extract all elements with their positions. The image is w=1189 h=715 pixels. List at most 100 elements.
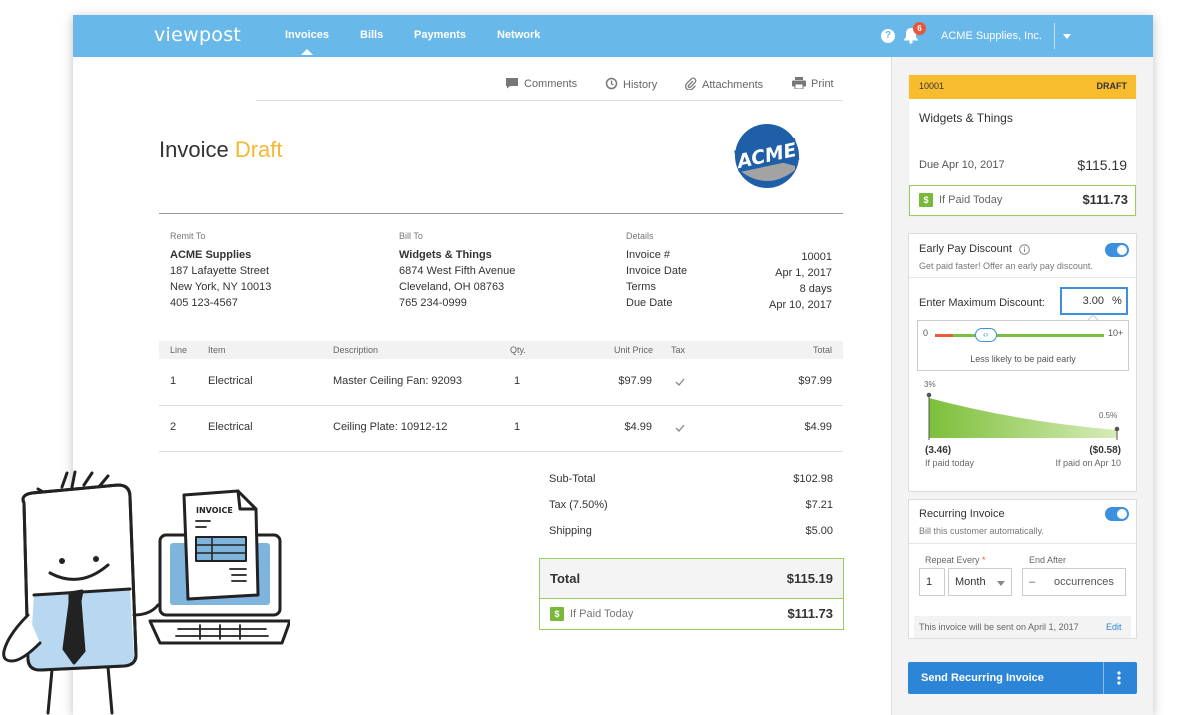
button-divider [1103, 662, 1104, 694]
end-after-placeholder: occurrences [1054, 576, 1114, 588]
row-line: 1 [170, 375, 177, 387]
history-button[interactable]: History [605, 77, 657, 91]
remit-name: ACME Supplies [170, 249, 252, 261]
viewpost-logo[interactable]: viewpost [154, 24, 241, 46]
company-name[interactable]: ACME Supplies, Inc. [941, 30, 1042, 42]
max-discount-value: 3.00 [1082, 295, 1104, 307]
mascot-left-eye [59, 558, 65, 564]
nav-payments[interactable]: Payments [414, 29, 466, 41]
send-recurring-invoice-button[interactable]: Send Recurring Invoice [908, 662, 1137, 694]
summary-due: Due Apr 10, 2017 [919, 159, 1005, 171]
detail-key-due-date: Due Date [626, 297, 673, 309]
chart-start-point [926, 392, 932, 398]
print-label: Print [811, 78, 834, 90]
print-button[interactable]: Print [792, 77, 834, 90]
divider [909, 543, 1136, 544]
end-after-label: End After [1029, 555, 1067, 565]
recurring-note: This invoice will be sent on April 1, 20… [919, 622, 1079, 632]
early-pay-toggle[interactable] [1105, 243, 1129, 257]
row-description: Ceiling Plate: 10912-12 [333, 421, 448, 433]
end-caption: If paid on Apr 10 [1055, 458, 1121, 468]
help-icon[interactable]: ? [881, 29, 895, 43]
paid-today-label: If Paid Today [570, 608, 634, 620]
discount-slider-box: 0 ‹› 10+ Less likely to be paid early [917, 320, 1129, 371]
row-description: Master Ceiling Fan: 92093 [333, 375, 463, 387]
row-item: Electrical [208, 375, 253, 387]
attachments-button[interactable]: Attachments [684, 77, 763, 91]
detail-key-invoice-number: Invoice # [626, 249, 671, 261]
recurring-toggle[interactable] [1105, 507, 1129, 521]
nav-network[interactable]: Network [497, 29, 540, 41]
nav-bills[interactable]: Bills [360, 29, 383, 41]
printer-icon [792, 77, 806, 90]
acme-logo: ACME [733, 124, 800, 188]
discount-curve-area [929, 398, 1117, 438]
invoice-summary-card[interactable]: 10001 DRAFT Widgets & Things Due Apr 10,… [908, 74, 1137, 217]
tax-value: $7.21 [805, 499, 833, 511]
invoice-paper-label: INVOICE [196, 506, 233, 515]
recurring-title: Recurring Invoice [919, 508, 1005, 520]
comments-label: Comments [524, 78, 578, 90]
repeat-unit-value: Month [955, 576, 986, 588]
col-tax: Tax [671, 345, 686, 355]
edit-link[interactable]: Edit [1106, 622, 1122, 632]
summary-status: DRAFT [1096, 81, 1128, 91]
max-discount-input[interactable]: 3.00 % [1060, 287, 1128, 315]
tax-label: Tax (7.50%) [549, 499, 608, 511]
nav-invoices[interactable]: Invoices [285, 29, 329, 55]
row-line: 2 [170, 421, 177, 433]
subtotal-label: Sub-Total [549, 473, 596, 485]
chevron-down-icon[interactable] [1063, 34, 1071, 39]
total-value: $115.19 [786, 571, 833, 586]
summary-paid-today-label: If Paid Today [939, 194, 1003, 206]
top-nav: viewpost Invoices Bills Payments Network… [73, 15, 1153, 57]
invoice-title: Invoice Draft [159, 137, 283, 163]
paperclip-icon [685, 77, 697, 91]
comments-button[interactable]: Comments [505, 77, 577, 90]
repeat-label-text: Repeat Every [925, 555, 980, 565]
repeat-unit-select[interactable]: Month [948, 568, 1012, 596]
info-icon[interactable] [1019, 244, 1030, 255]
mascot-right-eye [93, 556, 99, 562]
more-vertical-icon[interactable] [1117, 671, 1121, 685]
required-mark: * [982, 555, 986, 565]
start-amount: (3.46) [925, 445, 952, 456]
col-line: Line [170, 345, 188, 355]
total-box: Total $115.19 $ If Paid Today $111.73 [539, 558, 844, 630]
history-label: History [623, 79, 658, 91]
detail-value-due-date: Apr 10, 2017 [769, 299, 832, 311]
summary-paid-today-value: $111.73 [1082, 192, 1128, 207]
mascot-legs [46, 665, 114, 715]
recurring-subtitle: Bill this customer automatically. [919, 526, 1044, 536]
divider [909, 277, 1136, 278]
slider-handle[interactable]: ‹› [974, 328, 997, 342]
subtotal-value: $102.98 [793, 473, 833, 485]
summary-header: 10001 DRAFT [909, 75, 1136, 99]
slider-track: ‹› [935, 328, 1104, 342]
summary-customer: Widgets & Things [919, 111, 1013, 125]
bill-line1: 6874 West Fifth Avenue [399, 265, 516, 277]
summary-number: 10001 [919, 81, 945, 91]
end-amount: ($0.58) [1089, 445, 1121, 456]
early-pay-subtitle: Get paid faster! Offer an early pay disc… [919, 261, 1093, 271]
header-divider [159, 213, 843, 214]
repeat-count-input[interactable]: 1 [919, 568, 945, 596]
row-unit-price: $4.99 [624, 421, 652, 433]
invoice-action-bar: Comments History Attachments Print [256, 73, 843, 101]
comment-icon [506, 78, 518, 89]
row-divider [159, 405, 843, 406]
repeat-count-value: 1 [926, 576, 933, 588]
end-after-input[interactable]: – occurrences [1022, 568, 1126, 596]
bill-name: Widgets & Things [399, 249, 492, 261]
discount-curve-chart [926, 392, 1120, 440]
dollar-icon: $ [550, 607, 564, 621]
row-unit-price: $97.99 [618, 375, 652, 387]
remit-label: Remit To [170, 231, 206, 241]
detail-key-terms: Terms [626, 281, 656, 293]
col-item: Item [208, 345, 226, 355]
chevron-down-icon [997, 581, 1005, 586]
start-caption: If paid today [925, 458, 975, 468]
remit-line2: New York, NY 10013 [170, 281, 272, 293]
line-items-header: Line Item Description Qty. Unit Price Ta… [159, 341, 843, 359]
max-discount-unit: % [1112, 295, 1122, 307]
